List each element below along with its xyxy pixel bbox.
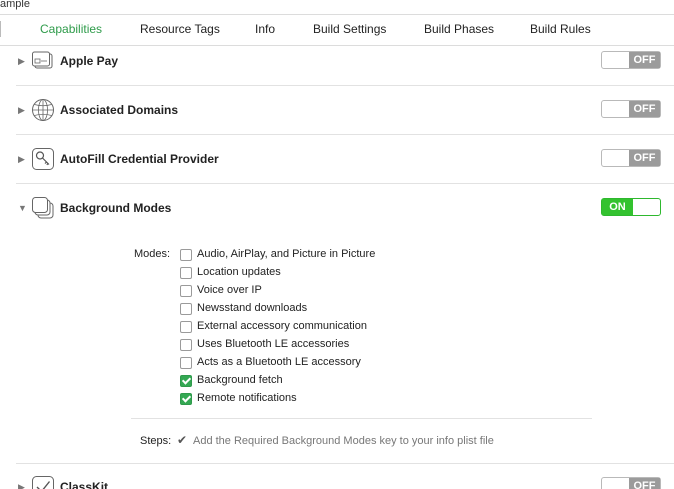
window-title: ample bbox=[0, 0, 674, 14]
capability-toggle-switch[interactable]: ON bbox=[601, 198, 661, 216]
capability-title: ClassKit bbox=[60, 480, 109, 489]
disclosure-triangle-icon[interactable]: ▶ bbox=[18, 482, 28, 489]
capability-toggle-switch[interactable]: OFF bbox=[601, 51, 661, 69]
tab-info[interactable]: Info bbox=[255, 22, 275, 36]
mode-label: Location updates bbox=[197, 266, 281, 278]
capability-row-apple-pay: ▶ Apple Pay OFF bbox=[0, 37, 674, 86]
classkit-check-icon bbox=[31, 475, 55, 489]
mode-label: Voice over IP bbox=[197, 284, 262, 296]
switch-state-label: OFF bbox=[629, 101, 660, 117]
disclosure-triangle-icon[interactable]: ▶ bbox=[18, 56, 28, 66]
key-icon bbox=[31, 147, 55, 171]
mode-label: External accessory communication bbox=[197, 320, 367, 332]
globe-icon bbox=[31, 98, 55, 122]
switch-state-label: OFF bbox=[629, 52, 660, 68]
steps-label: Steps: bbox=[140, 435, 172, 447]
capability-toggle-switch[interactable]: OFF bbox=[601, 477, 661, 489]
tab-build-settings[interactable]: Build Settings bbox=[313, 22, 386, 36]
capability-row-associated-domains: ▶ Associated Domains OFF bbox=[0, 86, 674, 135]
apple-pay-icon bbox=[31, 49, 55, 73]
mode-label: Newsstand downloads bbox=[197, 302, 308, 314]
steps-divider bbox=[131, 418, 592, 419]
capability-toggle-switch[interactable]: OFF bbox=[601, 149, 661, 167]
checkbox[interactable] bbox=[180, 303, 192, 315]
tab-build-phases[interactable]: Build Phases bbox=[424, 22, 494, 36]
tab-capabilities[interactable]: Capabilities bbox=[40, 22, 102, 36]
disclosure-triangle-icon[interactable]: ▶ bbox=[18, 154, 28, 164]
checkbox[interactable] bbox=[180, 285, 192, 297]
capability-title: AutoFill Credential Provider bbox=[60, 152, 219, 166]
switch-state-label: OFF bbox=[629, 478, 660, 489]
capability-toggle-switch[interactable]: OFF bbox=[601, 100, 661, 118]
mode-label: Background fetch bbox=[197, 374, 283, 386]
mode-label: Remote notifications bbox=[197, 392, 297, 404]
capability-title: Background Modes bbox=[60, 201, 172, 215]
modes-label: Modes: bbox=[134, 248, 171, 260]
checkbox[interactable] bbox=[180, 249, 192, 261]
checkmark-icon: ✔ bbox=[177, 433, 188, 447]
checkbox[interactable] bbox=[180, 357, 192, 369]
tab-build-rules[interactable]: Build Rules bbox=[530, 22, 591, 36]
mode-label: Acts as a Bluetooth LE accessory bbox=[197, 356, 361, 368]
disclosure-triangle-icon[interactable]: ▶ bbox=[18, 105, 28, 115]
disclosure-triangle-expanded-icon[interactable]: ▼ bbox=[18, 203, 28, 213]
checkbox[interactable] bbox=[180, 267, 192, 279]
switch-state-label: ON bbox=[602, 199, 633, 215]
checkbox-checked[interactable] bbox=[180, 375, 192, 387]
switch-state-label: OFF bbox=[629, 150, 660, 166]
step-description: Add the Required Background Modes key to… bbox=[193, 435, 494, 447]
capability-row-autofill-credential-provider: ▶ AutoFill Credential Provider OFF bbox=[0, 135, 674, 184]
mode-label: Uses Bluetooth LE accessories bbox=[197, 338, 350, 350]
checkbox[interactable] bbox=[180, 321, 192, 333]
capability-title: Apple Pay bbox=[60, 54, 119, 68]
tab-resource-tags[interactable]: Resource Tags bbox=[140, 22, 220, 36]
mode-label: Audio, AirPlay, and Picture in Picture bbox=[197, 248, 376, 260]
window-title-text: ample bbox=[0, 0, 30, 10]
checkbox[interactable] bbox=[180, 339, 192, 351]
layers-icon bbox=[31, 196, 55, 220]
capability-row-classkit: ▶ ClassKit OFF bbox=[0, 464, 674, 489]
tab-divider bbox=[0, 21, 1, 37]
checkbox-checked[interactable] bbox=[180, 393, 192, 405]
capability-title: Associated Domains bbox=[60, 103, 179, 117]
